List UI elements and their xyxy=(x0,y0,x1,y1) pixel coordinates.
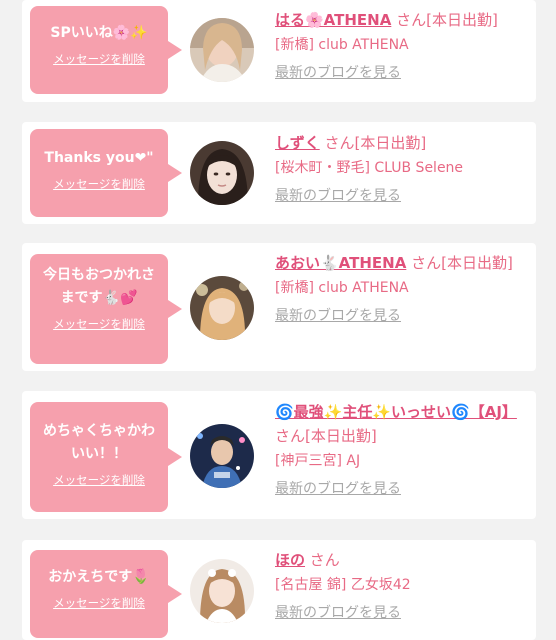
message-card: めちゃくちゃかわいい！！ メッセージを削除 🌀最強✨主任✨いっせい🌀【AJ】 さ… xyxy=(22,391,536,519)
sender-info: しずく さん[本日出勤] [桜木町・野毛] CLUB Selene 最新のブログ… xyxy=(275,131,527,206)
latest-blog-link[interactable]: 最新のブログを見る xyxy=(275,306,401,326)
message-bubble: 今日もおつかれさまです🐇💕 メッセージを削除 xyxy=(30,254,182,364)
latest-blog-link[interactable]: 最新のブログを見る xyxy=(275,603,401,623)
sender-name-link[interactable]: ほの xyxy=(275,551,305,569)
avatar[interactable] xyxy=(190,141,254,205)
sender-info: ほの さん [名古屋 錦] 乙女坂42 最新のブログを見る xyxy=(275,548,527,623)
shop-label: [名古屋 錦] 乙女坂42 xyxy=(275,577,411,593)
avatar[interactable] xyxy=(190,276,254,340)
shop-label: [新橋] club ATHENA xyxy=(275,37,409,53)
sender-status: さん[本日出勤] xyxy=(411,254,513,272)
message-bubble: めちゃくちゃかわいい！！ メッセージを削除 xyxy=(30,402,182,512)
avatar[interactable] xyxy=(190,559,254,623)
sender-info: はる🌸ATHENA さん[本日出勤] [新橋] club ATHENA 最新のブ… xyxy=(275,8,527,83)
sender-info: 🌀最強✨主任✨いっせい🌀【AJ】 さん[本日出勤] [神戸三宮] AJ 最新のブ… xyxy=(275,400,527,499)
sender-name-link[interactable]: はる🌸ATHENA xyxy=(275,11,391,29)
sender-name-link[interactable]: しずく xyxy=(275,134,320,152)
message-text: おかえちです🌷 xyxy=(48,569,150,585)
latest-blog-link[interactable]: 最新のブログを見る xyxy=(275,186,401,206)
sender-status: さん[本日出勤] xyxy=(324,134,427,152)
shop-label: [新橋] club ATHENA xyxy=(275,280,409,296)
avatar[interactable] xyxy=(190,18,254,82)
message-text: 今日もおつかれさまです🐇💕 xyxy=(43,267,155,306)
delete-message-link[interactable]: メッセージを削除 xyxy=(53,472,145,488)
message-text: SPいいね🌸✨ xyxy=(50,25,148,41)
latest-blog-link[interactable]: 最新のブログを見る xyxy=(275,63,401,83)
message-card: 今日もおつかれさまです🐇💕 メッセージを削除 あおい🐇ATHENA さん[本日出… xyxy=(22,243,536,371)
message-card: SPいいね🌸✨ メッセージを削除 はる🌸ATHENA さん[本日出勤] [新橋]… xyxy=(22,0,536,102)
sender-name-link[interactable]: 🌀最強✨主任✨いっせい🌀【AJ】 xyxy=(275,403,517,421)
latest-blog-link[interactable]: 最新のブログを見る xyxy=(275,479,401,499)
message-text: Thanks you❤" xyxy=(44,150,154,166)
sender-status: さん[本日出勤] xyxy=(396,11,498,29)
sender-status: さん xyxy=(309,551,340,569)
sender-status: さん[本日出勤] xyxy=(275,427,377,445)
sender-info: あおい🐇ATHENA さん[本日出勤] [新橋] club ATHENA 最新の… xyxy=(275,251,527,326)
shop-label: [桜木町・野毛] CLUB Selene xyxy=(275,160,464,176)
delete-message-link[interactable]: メッセージを削除 xyxy=(53,595,145,611)
shop-label: [神戸三宮] AJ xyxy=(275,453,361,469)
delete-message-link[interactable]: メッセージを削除 xyxy=(53,176,145,192)
delete-message-link[interactable]: メッセージを削除 xyxy=(53,316,145,332)
sender-name-link[interactable]: あおい🐇ATHENA xyxy=(275,254,406,272)
message-bubble: SPいいね🌸✨ メッセージを削除 xyxy=(30,6,182,94)
message-bubble: Thanks you❤" メッセージを削除 xyxy=(30,129,182,217)
message-card: Thanks you❤" メッセージを削除 しずく さん[本日出勤] [桜木町・… xyxy=(22,122,536,224)
delete-message-link[interactable]: メッセージを削除 xyxy=(53,51,145,67)
message-card: おかえちです🌷 メッセージを削除 ほの さん [名古屋 錦] 乙女坂42 最新の… xyxy=(22,540,536,640)
message-bubble: おかえちです🌷 メッセージを削除 xyxy=(30,550,182,638)
avatar[interactable] xyxy=(190,424,254,488)
message-text: めちゃくちゃかわいい！！ xyxy=(43,423,155,462)
